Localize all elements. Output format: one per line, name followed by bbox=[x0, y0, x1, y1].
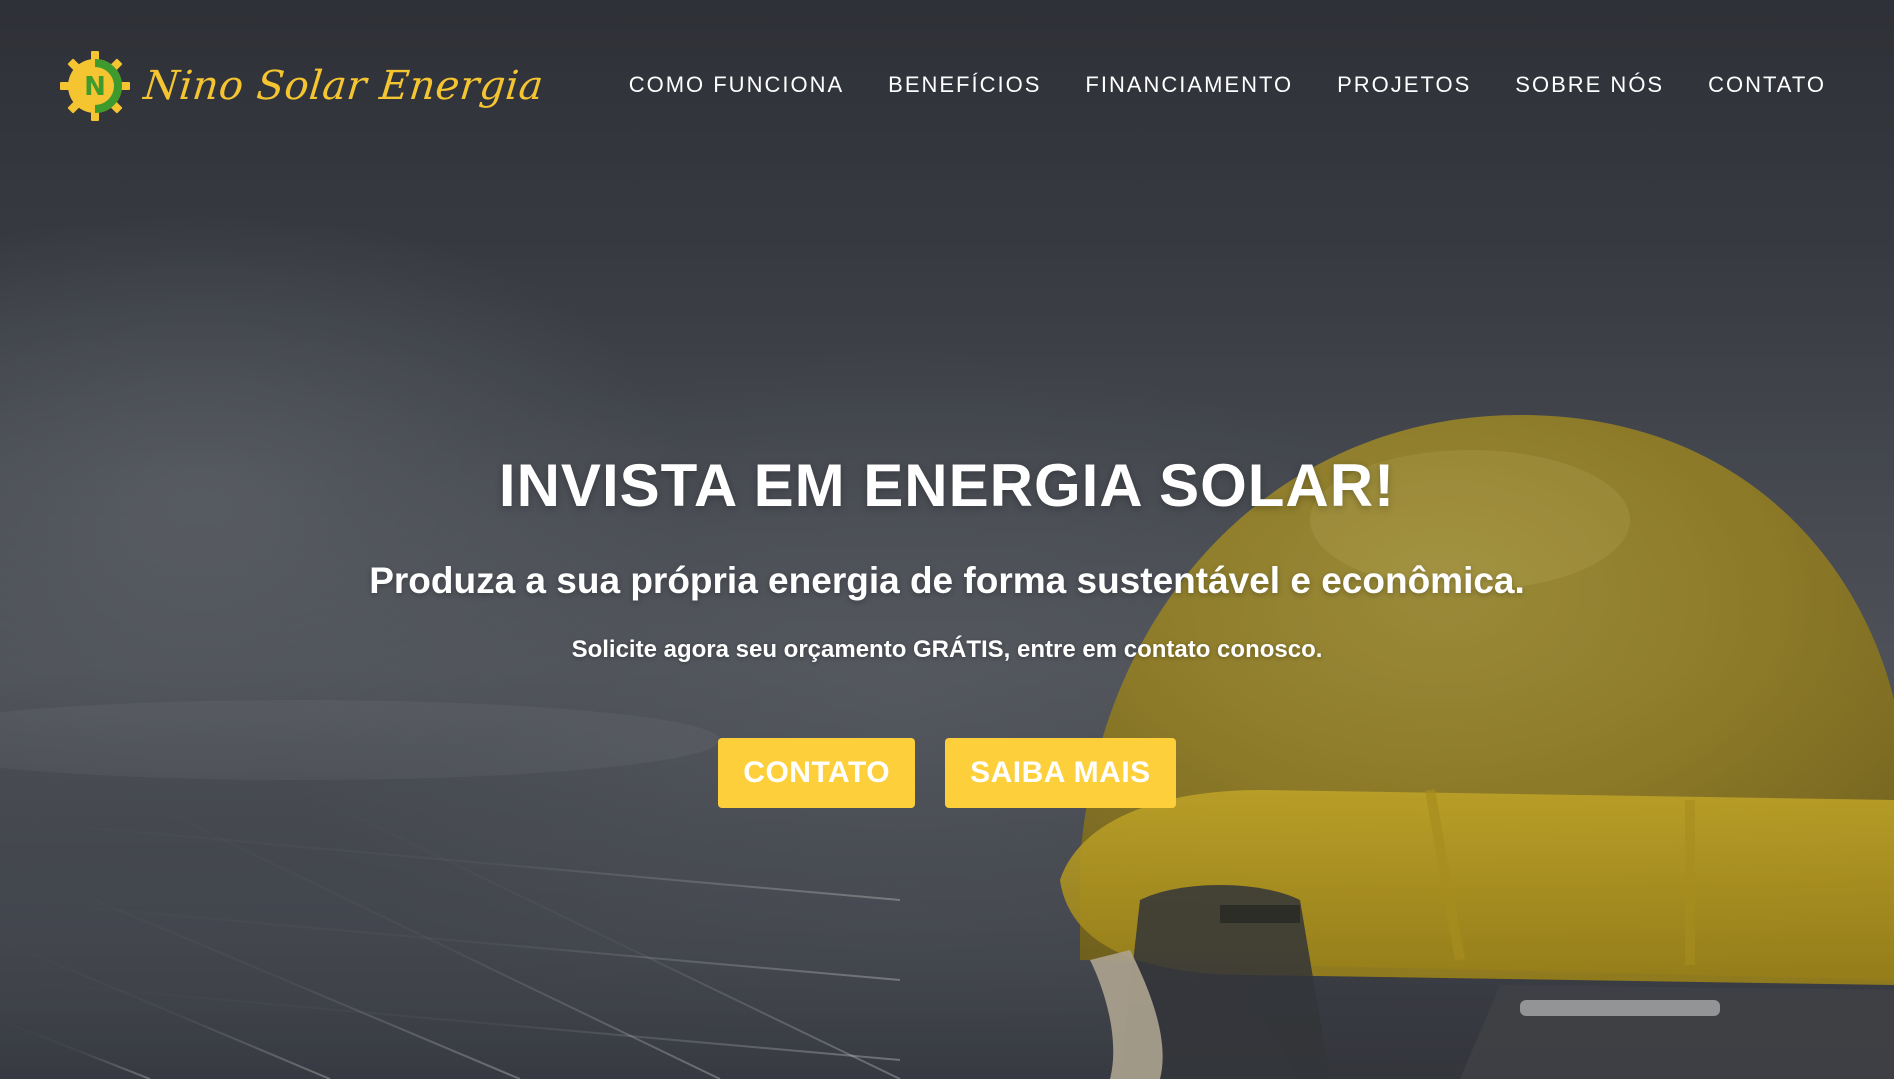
nav-item-como-funciona[interactable]: COMO FUNCIONA bbox=[629, 72, 844, 98]
hero-cta-text: Solicite agora seu orçamento GRÁTIS, ent… bbox=[571, 636, 1323, 663]
brand-name: Nino Solar Energia bbox=[141, 63, 546, 109]
contact-button[interactable]: CONTATO bbox=[718, 738, 916, 808]
solar-gear-logo-icon: N bbox=[60, 51, 130, 121]
nav-item-projetos[interactable]: PROJETOS bbox=[1337, 72, 1471, 98]
nav-item-sobre-nos[interactable]: SOBRE NÓS bbox=[1515, 72, 1664, 98]
nav-item-beneficios[interactable]: BENEFÍCIOS bbox=[888, 72, 1041, 98]
brand-logo[interactable]: N Nino Solar Energia bbox=[60, 50, 546, 122]
logo-letter: N bbox=[84, 72, 106, 102]
hero-subtitle: Produza a sua própria energia de forma s… bbox=[369, 560, 1525, 601]
hero-section: N Nino Solar Energia COMO FUNCIONA BENEF… bbox=[0, 0, 1894, 1079]
hero-title: INVISTA EM ENERGIA SOLAR! bbox=[498, 452, 1396, 519]
site-header: N Nino Solar Energia COMO FUNCIONA BENEF… bbox=[0, 0, 1894, 175]
learn-more-button[interactable]: SAIBA MAIS bbox=[945, 738, 1176, 808]
main-navigation: COMO FUNCIONA BENEFÍCIOS FINANCIAMENTO P… bbox=[629, 72, 1826, 98]
nav-item-contato[interactable]: CONTATO bbox=[1708, 72, 1826, 98]
nav-item-financiamento[interactable]: FINANCIAMENTO bbox=[1085, 72, 1293, 98]
hero-buttons: CONTATO SAIBA MAIS bbox=[0, 738, 1894, 808]
hero-content: INVISTA EM ENERGIA SOLAR! Produza a sua … bbox=[0, 448, 1894, 808]
